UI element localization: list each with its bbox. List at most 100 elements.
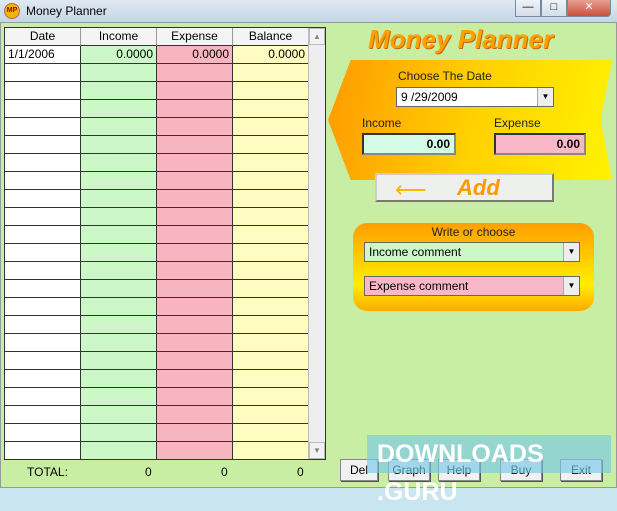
table-row[interactable] xyxy=(5,136,325,154)
table-cell[interactable] xyxy=(81,280,157,298)
scroll-down-icon[interactable]: ▼ xyxy=(309,442,325,459)
income-comment-combo[interactable]: Income comment ▼ xyxy=(364,242,580,262)
table-cell[interactable] xyxy=(81,298,157,316)
table-cell[interactable] xyxy=(81,370,157,388)
table-cell[interactable] xyxy=(5,334,81,352)
table-cell[interactable] xyxy=(233,316,309,334)
col-balance[interactable]: Balance xyxy=(233,28,309,46)
table-cell[interactable] xyxy=(5,82,81,100)
table-row[interactable] xyxy=(5,370,325,388)
table-cell[interactable] xyxy=(233,82,309,100)
table-cell[interactable] xyxy=(157,64,233,82)
table-row[interactable] xyxy=(5,208,325,226)
table-cell[interactable] xyxy=(81,100,157,118)
table-cell[interactable] xyxy=(157,352,233,370)
table-cell[interactable] xyxy=(157,388,233,406)
table-cell[interactable] xyxy=(5,100,81,118)
scroll-up-icon[interactable]: ▲ xyxy=(309,28,325,45)
table-cell[interactable]: 0.0000 xyxy=(233,46,309,64)
table-cell[interactable] xyxy=(81,316,157,334)
table-cell[interactable] xyxy=(233,388,309,406)
table-row[interactable] xyxy=(5,334,325,352)
table-cell[interactable] xyxy=(5,316,81,334)
table-cell[interactable] xyxy=(233,226,309,244)
table-cell[interactable] xyxy=(5,262,81,280)
table-row[interactable] xyxy=(5,82,325,100)
table-cell[interactable] xyxy=(5,190,81,208)
table-cell[interactable] xyxy=(81,208,157,226)
table-cell[interactable] xyxy=(233,172,309,190)
table-cell[interactable] xyxy=(233,424,309,442)
table-cell[interactable] xyxy=(233,190,309,208)
table-cell[interactable] xyxy=(5,280,81,298)
table-cell[interactable] xyxy=(157,334,233,352)
grid-scrollbar[interactable]: ▲ ▼ xyxy=(308,28,325,459)
table-cell[interactable] xyxy=(81,226,157,244)
table-cell[interactable] xyxy=(5,352,81,370)
table-cell[interactable] xyxy=(157,298,233,316)
table-row[interactable] xyxy=(5,190,325,208)
table-cell[interactable] xyxy=(157,136,233,154)
table-cell[interactable] xyxy=(233,370,309,388)
expense-input[interactable]: 0.00 xyxy=(494,133,586,155)
ledger-grid[interactable]: Date Income Expense Balance 1/1/2006 0.00… xyxy=(4,27,326,460)
chevron-down-icon[interactable]: ▼ xyxy=(563,277,579,295)
col-income[interactable]: Income xyxy=(81,28,157,46)
table-cell[interactable] xyxy=(157,172,233,190)
table-row[interactable] xyxy=(5,64,325,82)
minimize-button[interactable]: — xyxy=(515,0,541,17)
table-cell[interactable] xyxy=(233,244,309,262)
table-cell[interactable] xyxy=(157,262,233,280)
maximize-button[interactable]: □ xyxy=(541,0,567,17)
table-cell[interactable] xyxy=(81,190,157,208)
table-cell[interactable] xyxy=(81,334,157,352)
table-cell[interactable] xyxy=(81,82,157,100)
table-cell[interactable] xyxy=(157,442,233,460)
table-cell[interactable] xyxy=(233,280,309,298)
table-cell[interactable] xyxy=(5,244,81,262)
chevron-down-icon[interactable]: ▼ xyxy=(563,243,579,261)
table-cell[interactable] xyxy=(81,154,157,172)
table-cell[interactable] xyxy=(157,244,233,262)
table-cell[interactable] xyxy=(81,352,157,370)
table-cell[interactable]: 0.0000 xyxy=(157,46,233,64)
table-cell[interactable] xyxy=(81,244,157,262)
table-cell[interactable] xyxy=(81,388,157,406)
table-cell[interactable] xyxy=(81,172,157,190)
table-row[interactable] xyxy=(5,388,325,406)
table-row[interactable] xyxy=(5,118,325,136)
table-cell[interactable] xyxy=(157,82,233,100)
table-row[interactable] xyxy=(5,316,325,334)
table-cell[interactable] xyxy=(5,442,81,460)
table-cell[interactable] xyxy=(5,298,81,316)
table-cell[interactable] xyxy=(233,64,309,82)
table-cell[interactable] xyxy=(233,262,309,280)
table-cell[interactable] xyxy=(233,154,309,172)
add-button[interactable]: ⟵ Add xyxy=(375,173,554,202)
buy-button[interactable]: Buy xyxy=(500,459,542,481)
table-cell[interactable] xyxy=(5,208,81,226)
table-cell[interactable] xyxy=(233,298,309,316)
table-cell[interactable] xyxy=(157,208,233,226)
col-expense[interactable]: Expense xyxy=(157,28,233,46)
table-cell[interactable] xyxy=(157,100,233,118)
table-row[interactable] xyxy=(5,406,325,424)
table-row[interactable] xyxy=(5,100,325,118)
table-row[interactable] xyxy=(5,226,325,244)
table-cell[interactable] xyxy=(5,370,81,388)
table-cell[interactable] xyxy=(5,388,81,406)
table-cell[interactable] xyxy=(81,262,157,280)
table-cell[interactable] xyxy=(5,64,81,82)
table-cell[interactable] xyxy=(157,370,233,388)
table-cell[interactable] xyxy=(157,118,233,136)
close-button[interactable]: ✕ xyxy=(567,0,611,17)
table-cell[interactable] xyxy=(81,442,157,460)
table-cell[interactable] xyxy=(157,424,233,442)
table-cell[interactable] xyxy=(81,136,157,154)
table-cell[interactable] xyxy=(157,226,233,244)
table-cell[interactable] xyxy=(81,118,157,136)
table-row[interactable] xyxy=(5,172,325,190)
table-row[interactable] xyxy=(5,298,325,316)
table-cell[interactable] xyxy=(233,334,309,352)
table-cell[interactable] xyxy=(233,100,309,118)
